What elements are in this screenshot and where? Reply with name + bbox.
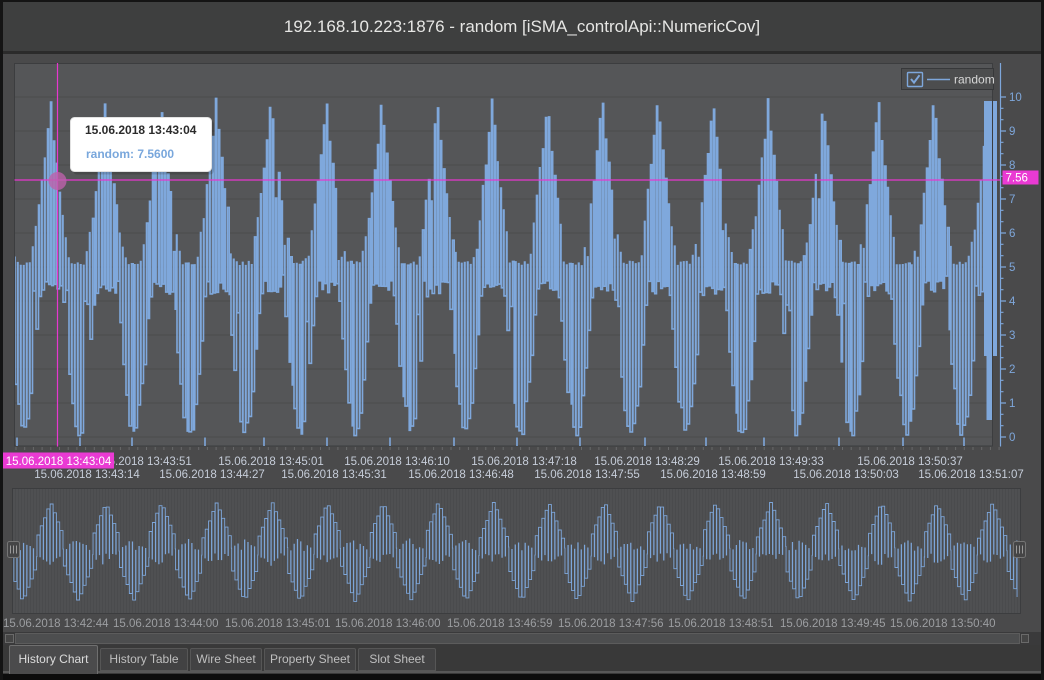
svg-text:15.06.2018 13:45:31: 15.06.2018 13:45:31 xyxy=(281,469,387,481)
svg-text:7: 7 xyxy=(1009,194,1015,206)
svg-text:15.06.2018 13:48:59: 15.06.2018 13:48:59 xyxy=(660,469,766,481)
svg-text:15.06.2018 13:47:55: 15.06.2018 13:47:55 xyxy=(534,469,640,481)
svg-text:15.06.2018 13:45:01: 15.06.2018 13:45:01 xyxy=(218,456,324,468)
svg-text:5: 5 xyxy=(1009,262,1015,274)
svg-text:15.06.2018 13:49:33: 15.06.2018 13:49:33 xyxy=(718,456,824,468)
svg-text:15.06.2018 13:44:00: 15.06.2018 13:44:00 xyxy=(113,618,219,630)
svg-text:15.06.2018 13:48:29: 15.06.2018 13:48:29 xyxy=(594,456,700,468)
svg-text:0: 0 xyxy=(1009,432,1015,444)
svg-text:15.06.2018 13:50:37: 15.06.2018 13:50:37 xyxy=(857,456,963,468)
svg-text:15.06.2018 13:42:44: 15.06.2018 13:42:44 xyxy=(3,618,109,630)
svg-text:15.06.2018 13:46:00: 15.06.2018 13:46:00 xyxy=(335,618,441,630)
svg-text:15.06.2018 13:45:01: 15.06.2018 13:45:01 xyxy=(225,618,331,630)
svg-text:15.06.2018 13:47:56: 15.06.2018 13:47:56 xyxy=(558,618,664,630)
svg-text:8: 8 xyxy=(1009,160,1015,172)
svg-text:3: 3 xyxy=(1009,330,1015,342)
svg-text:15.06.2018 13:46:59: 15.06.2018 13:46:59 xyxy=(447,618,553,630)
svg-text:random: random xyxy=(954,73,995,87)
svg-text:15.06.2018 13:47:18: 15.06.2018 13:47:18 xyxy=(471,456,577,468)
svg-text:15.06.2018 13:49:45: 15.06.2018 13:49:45 xyxy=(780,618,886,630)
svg-text:10: 10 xyxy=(1009,92,1022,104)
svg-text:15.06.2018 13:43:04: 15.06.2018 13:43:04 xyxy=(6,456,112,468)
svg-text:15.06.2018 13:48:51: 15.06.2018 13:48:51 xyxy=(668,618,774,630)
svg-text:9: 9 xyxy=(1009,126,1015,138)
svg-text:6: 6 xyxy=(1009,228,1015,240)
svg-text:15.06.2018 13:46:10: 15.06.2018 13:46:10 xyxy=(344,456,450,468)
svg-text:15.06.2018 13:50:03: 15.06.2018 13:50:03 xyxy=(793,469,899,481)
svg-text:random: 7.5600: random: 7.5600 xyxy=(86,147,174,161)
svg-text:15.06.2018 13:44:27: 15.06.2018 13:44:27 xyxy=(159,469,265,481)
svg-text:15.06.2018 13:43:04: 15.06.2018 13:43:04 xyxy=(85,123,197,137)
svg-text:15.06.2018 13:46:48: 15.06.2018 13:46:48 xyxy=(408,469,514,481)
svg-text:15.06.2018 13:50:40: 15.06.2018 13:50:40 xyxy=(890,618,996,630)
svg-text:4: 4 xyxy=(1009,296,1016,308)
svg-text:15.06.2018 13:51:07: 15.06.2018 13:51:07 xyxy=(918,469,1024,481)
svg-text:7.56: 7.56 xyxy=(1006,173,1028,185)
svg-text:2: 2 xyxy=(1009,364,1015,376)
svg-text:1: 1 xyxy=(1009,398,1015,410)
svg-text:15.06.2018 13:43:14: 15.06.2018 13:43:14 xyxy=(34,469,140,481)
